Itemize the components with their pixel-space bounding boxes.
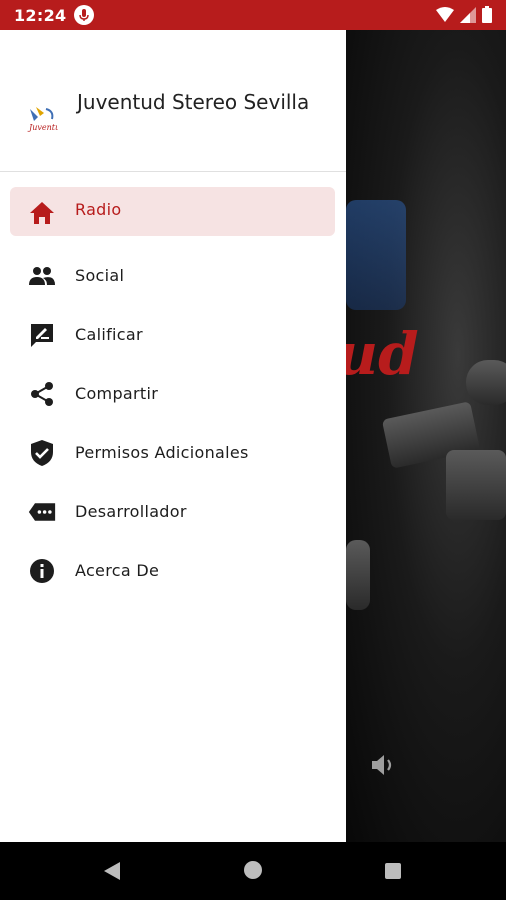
volume-icon[interactable]: [370, 752, 398, 782]
menu-item-label: Compartir: [75, 384, 159, 403]
menu-item-label: Acerca De: [75, 561, 160, 580]
share-icon: [28, 380, 56, 408]
mixer-knob: [346, 540, 370, 610]
rate-review-icon: [28, 321, 56, 349]
wifi-icon: [436, 6, 454, 27]
home-circle-icon[interactable]: [244, 861, 262, 879]
menu-item-label: Permisos Adicionales: [75, 443, 249, 462]
menu-item-radio[interactable]: Radio: [0, 187, 346, 246]
active-highlight: [10, 187, 335, 236]
developer-tag-icon: [28, 498, 56, 526]
signal-icon: [460, 6, 476, 27]
system-nav-bar: [0, 842, 506, 900]
menu-item-compartir[interactable]: Compartir: [0, 364, 346, 423]
mixer-knob: [446, 450, 506, 520]
shield-check-icon: [28, 439, 56, 467]
background-logo-fragment: ud: [346, 320, 419, 388]
mic-icon: [74, 5, 94, 25]
app-logo-icon: Juventud: [26, 103, 65, 135]
menu-item-label: Calificar: [75, 325, 143, 344]
status-icons: [436, 6, 492, 27]
people-icon: [28, 262, 56, 290]
back-icon[interactable]: [103, 861, 121, 885]
svg-text:Juventud: Juventud: [27, 123, 58, 132]
menu-item-label: Radio: [75, 200, 122, 219]
info-icon: [28, 557, 56, 585]
menu-item-calificar[interactable]: Calificar: [0, 305, 346, 364]
navigation-drawer: Juventud Juventud Stereo Sevilla Radio S…: [0, 30, 346, 842]
status-bar: 12:24: [0, 0, 506, 30]
recents-icon[interactable]: [385, 863, 401, 879]
app-title: Juventud Stereo Sevilla: [77, 90, 310, 114]
menu-item-acerca-de[interactable]: Acerca De: [0, 541, 346, 600]
background-image: ud: [346, 30, 506, 842]
mixer-knob: [466, 360, 506, 405]
home-icon: [28, 199, 56, 227]
background-logo-shape: [346, 200, 406, 310]
menu-item-label: Social: [75, 266, 125, 285]
menu-item-desarrollador[interactable]: Desarrollador: [0, 482, 346, 541]
menu-item-social[interactable]: Social: [0, 246, 346, 305]
drawer-menu: Radio Social Calificar Compartir Permiso…: [0, 187, 346, 600]
status-time: 12:24: [14, 6, 67, 25]
menu-item-label: Desarrollador: [75, 502, 187, 521]
battery-icon: [482, 6, 492, 27]
drawer-header: Juventud Juventud Stereo Sevilla: [0, 30, 346, 172]
menu-item-permisos-adicionales[interactable]: Permisos Adicionales: [0, 423, 346, 482]
